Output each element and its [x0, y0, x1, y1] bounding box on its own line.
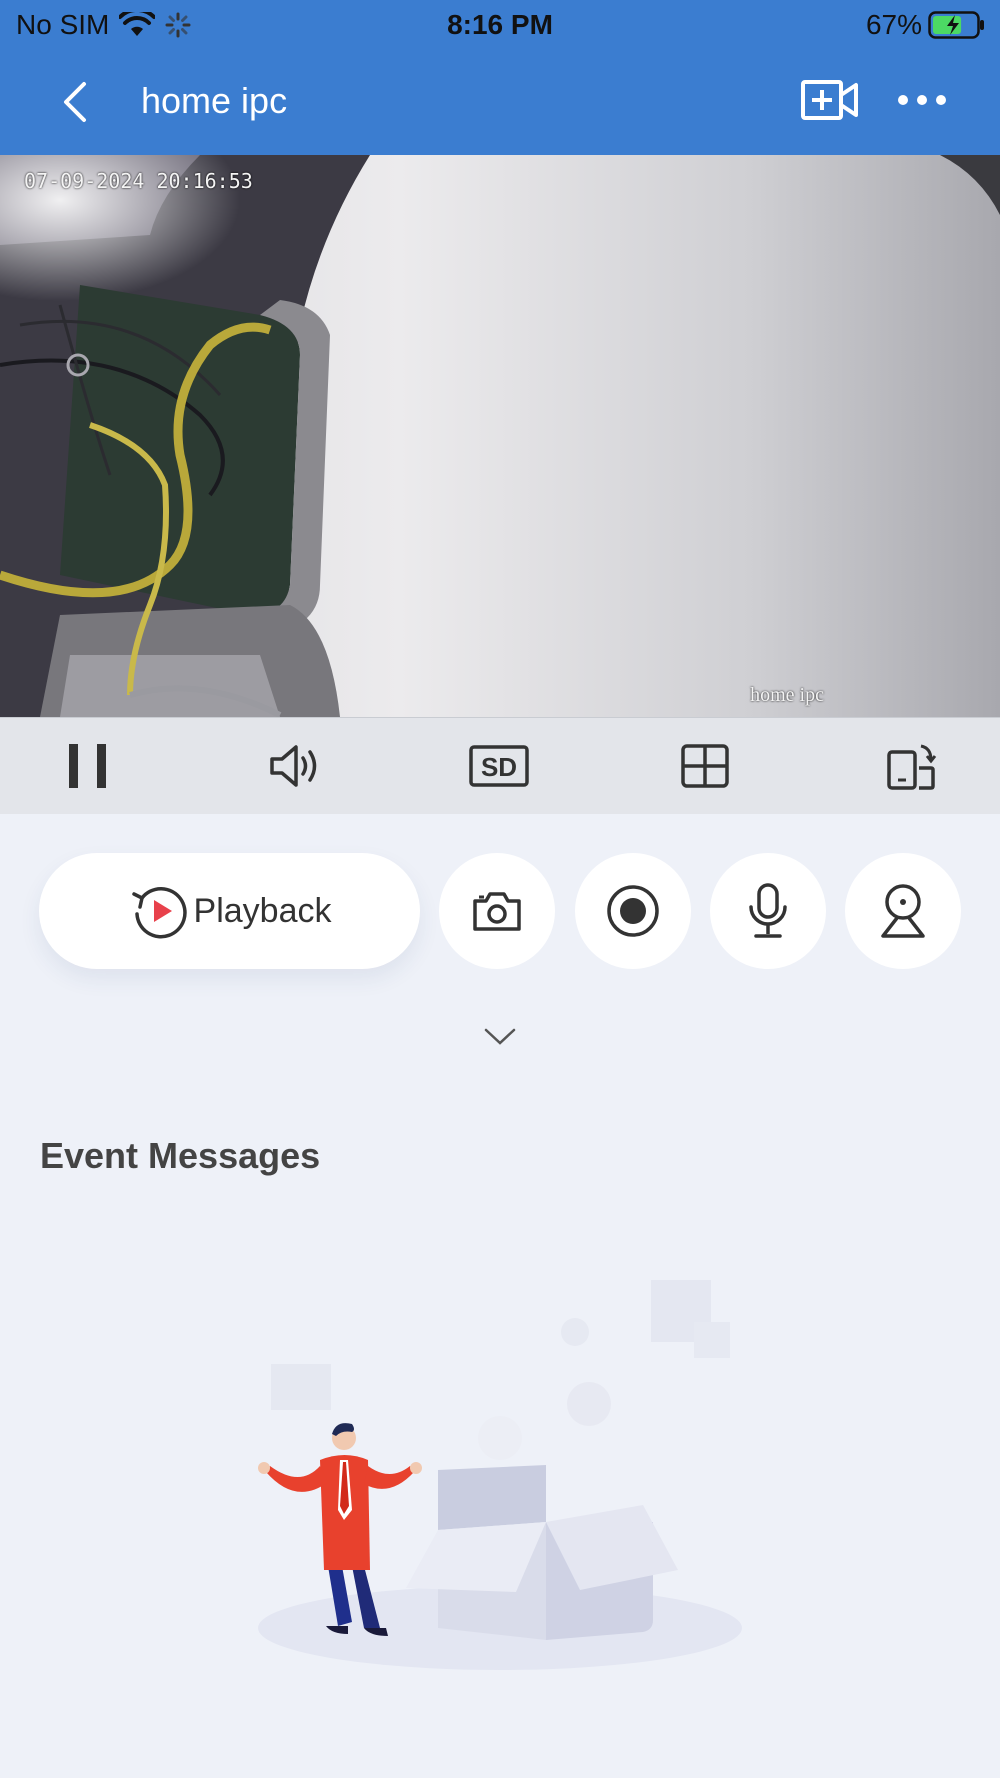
battery-icon: [928, 11, 984, 39]
status-time: 8:16 PM: [447, 9, 553, 40]
playback-button[interactable]: Playback: [39, 853, 420, 969]
video-timestamp: 07-09-2024 20:16:53: [24, 169, 253, 193]
ptz-button[interactable]: [845, 853, 961, 969]
action-row: Playback: [0, 853, 1000, 969]
battery-group: 67%: [866, 9, 986, 41]
nav-bar: home ipc: [0, 62, 1000, 142]
event-messages-title: Event Messages: [40, 1135, 321, 1176]
talk-button[interactable]: [710, 853, 826, 969]
status-bar: No SIM 8:16 PM 67%: [0, 0, 1000, 52]
back-button[interactable]: [50, 72, 100, 132]
rotate-screen-icon: [887, 744, 937, 790]
pause-icon: [69, 744, 106, 788]
camera-feed-image: [0, 155, 1000, 717]
top-bar: No SIM 8:16 PM 67% home ipc: [0, 0, 1000, 155]
empty-state-illustration: [240, 1270, 760, 1690]
live-video-view[interactable]: 07-09-2024 20:16:53 home ipc: [0, 155, 1000, 717]
chevron-left-icon: [64, 82, 86, 122]
rotate-screen-button[interactable]: [881, 740, 941, 792]
add-camera-button[interactable]: [800, 76, 860, 124]
more-button[interactable]: [892, 80, 952, 120]
page-title: home ipc: [141, 80, 288, 121]
battery-percent: 67%: [865, 9, 922, 40]
playback-label: Playback: [193, 891, 332, 930]
sd-label: SD: [481, 752, 517, 782]
record-button[interactable]: [575, 853, 691, 969]
grid-layout-button[interactable]: [675, 740, 735, 792]
volume-button[interactable]: [265, 740, 325, 792]
playback-icon: [131, 887, 187, 939]
video-camera-name: home ipc: [750, 684, 824, 706]
expand-toggle[interactable]: [480, 1022, 520, 1052]
grid-layout-icon: [681, 744, 729, 788]
chevron-down-icon: [484, 1028, 516, 1045]
video-control-bar: SD: [0, 717, 1000, 814]
ptz-icon: [881, 884, 925, 938]
add-camera-icon: [801, 80, 858, 120]
sd-quality-icon: SD: [469, 745, 529, 787]
sd-quality-button[interactable]: SD: [469, 740, 529, 792]
snapshot-button[interactable]: [439, 853, 555, 969]
camera-snapshot-icon: [473, 892, 521, 931]
volume-icon: [270, 745, 317, 787]
microphone-icon: [749, 883, 787, 938]
record-icon: [607, 885, 659, 937]
more-icon: [898, 95, 946, 105]
pause-button[interactable]: [58, 740, 118, 792]
